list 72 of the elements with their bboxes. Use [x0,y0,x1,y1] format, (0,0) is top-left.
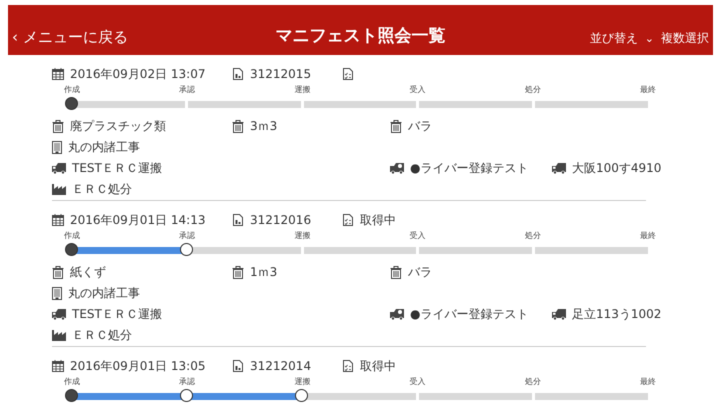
trash-icon [390,266,402,278]
truck-icon [52,308,66,320]
document-check-icon [342,214,354,226]
trash-icon [232,266,244,278]
site-name: 丸の内諸工事 [68,284,140,302]
document-check-icon [342,360,354,372]
stage-label: 処分 [524,84,541,95]
vehicle-number: 大阪100す4910 [572,160,662,176]
truck-icon [552,308,566,320]
truck-icon [552,162,566,174]
disposer: ＥＲＣ処分 [72,180,132,198]
calendar-icon [52,214,64,226]
multi-select-button[interactable]: 複数選択 [661,30,709,47]
document-check-icon [342,68,354,80]
building-icon [52,140,62,154]
transporter: TESTＥＲＣ運搬 [72,160,162,176]
date-time: 2016年09月02日 13:07 [70,66,206,82]
stage-label: 処分 [524,230,541,241]
transporter: TESTＥＲＣ運搬 [72,306,162,322]
calendar-icon [52,68,64,80]
driver-truck-icon [390,308,404,320]
waste-type: 廃プラスチック類 [70,118,166,134]
caret-icon[interactable]: ⌄ [644,32,654,45]
stage-label: 最終 [640,376,656,387]
trash-icon [390,120,402,132]
manifest-number: 31212016 [250,213,312,227]
sort-button[interactable]: 並び替え [590,30,638,47]
stage-label: 最終 [640,84,656,95]
factory-icon [52,184,66,194]
back-link[interactable]: ‹ メニューに戻る [12,28,128,47]
calendar-icon [52,360,64,372]
document-icon [232,68,244,80]
stage-label: 運搬 [294,230,310,241]
stage-label: 受入 [410,376,426,387]
stage-label: 承認 [179,230,196,241]
stage-label: 作成 [64,84,80,95]
document-icon [232,214,244,226]
date-time: 2016年09月01日 14:13 [70,212,206,228]
screen-title: マニフェスト照会一覧 [276,25,446,47]
trash-icon [52,266,64,278]
vehicle-number: 足立113う1002 [572,306,662,322]
stage-label: 作成 [64,376,80,387]
stage-label: 作成 [64,230,80,241]
stage-label: 運搬 [294,84,310,95]
packaging: バラ [408,118,432,134]
disposer: ＥＲＣ処分 [72,326,132,344]
manifest-number: 31212015 [250,67,312,81]
status-text: 取得中 [360,212,396,228]
stage-label: 受入 [410,84,426,95]
truck-icon [52,162,66,174]
status-text: 取得中 [360,358,396,374]
quantity: 1ｍ3 [250,264,278,280]
trash-icon [232,120,244,132]
stage-label: 承認 [179,376,196,387]
trash-icon [52,120,64,132]
factory-icon [52,330,66,340]
stage-label: 受入 [410,230,426,241]
date-time: 2016年09月01日 13:05 [70,358,206,374]
manifest-number: 31212014 [250,359,312,373]
stage-label: 承認 [179,84,196,95]
driver-truck-icon [390,162,404,174]
driver-name: ●ライバー登録テスト [410,160,528,176]
building-icon [52,286,62,300]
stage-label: 処分 [524,376,541,387]
quantity: 3ｍ3 [250,118,278,134]
waste-type: 紙くず [70,264,106,280]
stage-label: 最終 [640,230,656,241]
stage-label: 運搬 [294,376,310,387]
driver-name: ●ライバー登録テスト [410,306,528,322]
site-name: 丸の内諸工事 [68,138,140,156]
packaging: バラ [408,264,432,280]
document-icon [232,360,244,372]
